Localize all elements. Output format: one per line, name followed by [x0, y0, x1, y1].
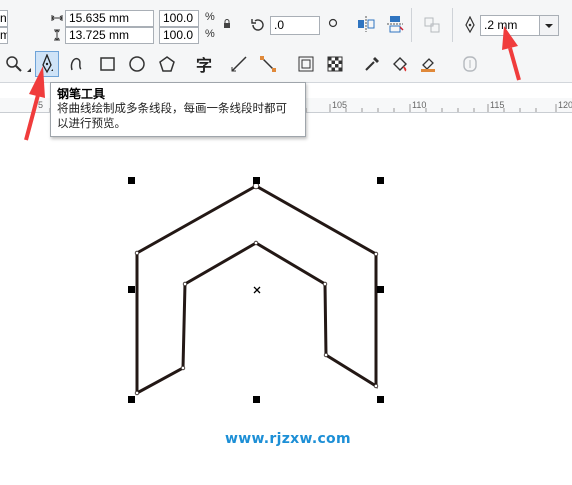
tooltip-title: 钢笔工具: [57, 87, 106, 101]
tooltip-description-line2: 以进行预览。: [57, 118, 126, 130]
pen-tool-tooltip: 钢笔工具 将曲线绘制成多条线段，每画一条线段时都可 以进行预览。: [50, 82, 306, 137]
tooltip-description-line1: 将曲线绘制成多条线段，每画一条线段时都可: [57, 103, 287, 115]
selection-handles[interactable]: [128, 177, 384, 403]
center-marker-icon: [253, 286, 261, 294]
drawing-canvas[interactable]: [0, 0, 572, 485]
watermark-text: www.rjzxw.com: [225, 431, 351, 447]
